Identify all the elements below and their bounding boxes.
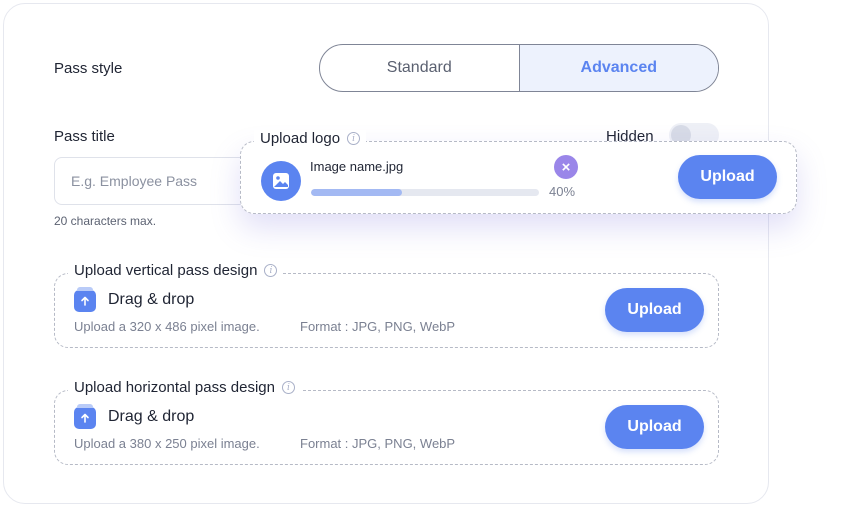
info-icon[interactable]: i [281,381,295,394]
pass-title-input[interactable]: E.g. Employee Pass [54,157,254,205]
pass-style-advanced-option[interactable]: Advanced [518,45,718,91]
vertical-drag-drop-label: Drag & drop [108,291,195,308]
logo-upload-progress-bar [311,189,539,196]
pass-title-hint: 20 characters max. [54,214,157,228]
vertical-design-legend: Upload vertical pass design i [68,262,284,279]
upload-arrow-icon [74,404,96,429]
vertical-design-title: Upload vertical pass design [74,262,258,279]
pass-style-segmented-control: Standard Advanced [319,44,719,92]
pass-title-label: Pass title [54,128,115,145]
upload-logo-title: Upload logo [260,130,341,147]
horizontal-design-title: Upload horizontal pass design [74,379,275,396]
close-icon[interactable]: × [554,155,578,179]
vertical-format-note: Format : JPG, PNG, WebP [300,319,456,334]
progress-fill [311,189,403,196]
info-icon[interactable]: i [347,132,361,145]
vertical-upload-button[interactable]: Upload [605,288,704,332]
horizontal-upload-button[interactable]: Upload [605,405,704,449]
vertical-size-note: Upload a 320 x 486 pixel image. [74,319,260,334]
upload-logo-card: Image name.jpg 40% × Upload [240,141,797,214]
horizontal-size-note: Upload a 380 x 250 pixel image. [74,436,260,451]
horizontal-drag-drop-label: Drag & drop [108,408,195,425]
upload-logo-legend: Upload logo i [254,130,367,147]
logo-upload-button[interactable]: Upload [678,155,777,199]
logo-upload-progress-label: 40% [549,184,576,199]
pass-style-label: Pass style [54,60,123,77]
info-icon[interactable]: i [264,264,278,277]
pass-style-standard-option[interactable]: Standard [320,45,519,91]
horizontal-format-note: Format : JPG, PNG, WebP [300,436,456,451]
pass-title-placeholder: E.g. Employee Pass [71,173,198,189]
horizontal-design-legend: Upload horizontal pass design i [68,379,301,396]
image-icon [261,161,301,201]
upload-arrow-icon [74,287,96,312]
logo-file-name: Image name.jpg [310,159,404,174]
